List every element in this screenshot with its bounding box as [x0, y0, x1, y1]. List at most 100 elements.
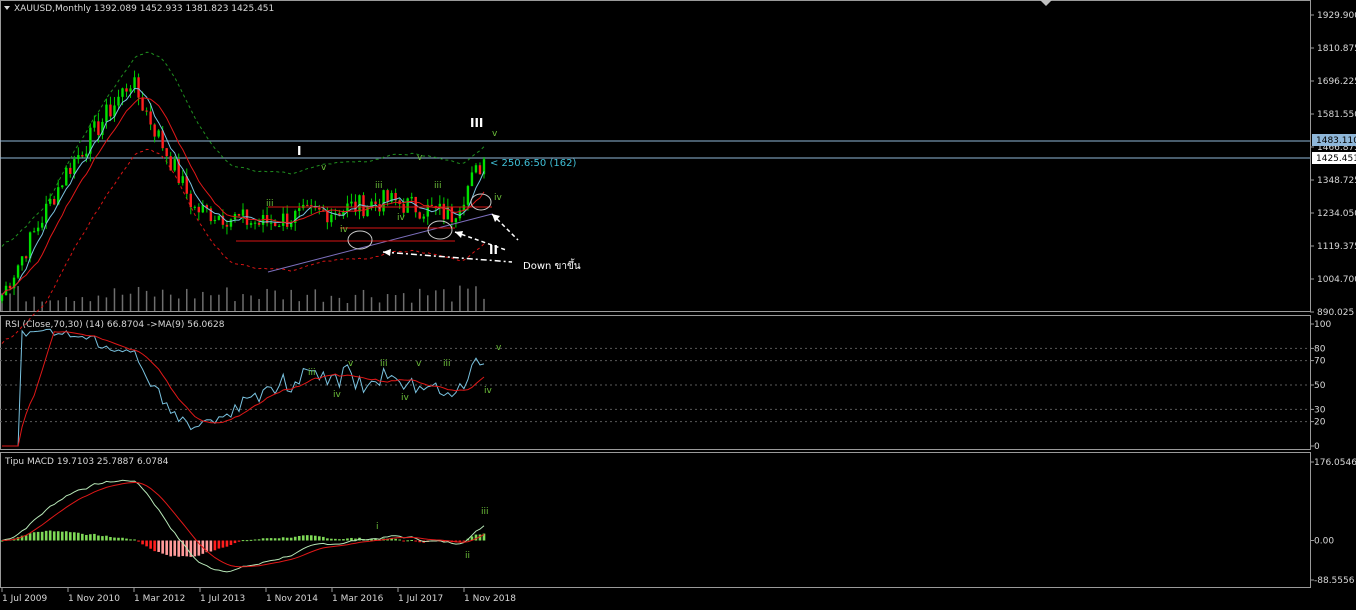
wave-label-v-2: v [417, 153, 423, 163]
macd-histogram-bar [44, 530, 48, 541]
price-tick-label: 1004.700 [1317, 275, 1356, 285]
macd-histogram-bar [28, 533, 32, 541]
macd-histogram-bar [40, 531, 44, 541]
chart-window: I III II v v v iii iii iii iv iv iv Down… [0, 0, 1356, 606]
macd-histogram-bar [277, 538, 281, 541]
macd-histogram-bar [113, 537, 116, 541]
price-tick-label: 1348.725 [1317, 176, 1356, 186]
candle-body [93, 121, 96, 128]
rsi-lines [2, 328, 485, 447]
macd-histogram-bar [60, 531, 64, 541]
main-panel-frame [0, 0, 1311, 312]
rsi-line [2, 328, 485, 447]
candle-body [418, 212, 421, 219]
macd-histogram-bar [269, 538, 273, 541]
candle-body [105, 104, 108, 122]
macd-histogram-bar [153, 540, 156, 552]
macd-histogram-bar [249, 539, 253, 541]
macd-histogram-bar [217, 540, 221, 549]
macd-histogram-bar [474, 534, 478, 541]
rsi-ma-line [2, 331, 485, 447]
macd-histogram-bar [458, 540, 462, 542]
candle-body [121, 88, 124, 97]
candle-body [241, 209, 245, 216]
rsi-label-v-3: v [496, 343, 502, 353]
rsi-tick-label: 80 [1314, 344, 1326, 354]
macd-label-iii: iii [481, 507, 489, 517]
macd-indicator [0, 479, 486, 573]
macd-histogram-bar [68, 532, 72, 541]
time-tick-label: 1 Jul 2009 [2, 594, 47, 604]
macd-histogram-bar [346, 538, 349, 541]
macd-histogram-bar [406, 540, 409, 542]
candle-body [225, 224, 229, 227]
macd-panel-frame [0, 452, 1311, 588]
wave-label-iv-2: iv [397, 213, 406, 223]
price-tick-label: 1581.550 [1317, 110, 1356, 120]
candle-body [410, 196, 413, 199]
candle-body [322, 209, 325, 211]
candle-body [169, 156, 172, 171]
trendline-support[interactable] [267, 213, 493, 273]
candle-body [358, 195, 361, 212]
candle-body [16, 265, 20, 278]
candle-body [85, 153, 88, 157]
candle-body [49, 198, 52, 204]
triangle-down-icon[interactable] [4, 6, 10, 10]
macd-histogram-bar [265, 538, 269, 541]
candle-body [277, 225, 281, 227]
rsi-label-v-2: v [416, 359, 422, 369]
candle-body [109, 104, 112, 117]
candle-body [141, 97, 144, 111]
macd-histogram-bar [121, 537, 124, 541]
wave-label-iv-1: iv [340, 225, 349, 235]
circle-marker-1[interactable] [347, 230, 373, 250]
candle-body [69, 167, 72, 174]
arrow-dash-2[interactable] [454, 231, 507, 251]
time-tick-label: 1 Nov 2014 [266, 594, 318, 604]
candle-body [53, 198, 56, 205]
candle-body [137, 77, 140, 98]
macd-histogram-bar [73, 532, 76, 541]
candle-body [145, 110, 148, 112]
candle-body [430, 204, 433, 206]
macd-histogram-bar [338, 539, 341, 541]
volume-bars [1, 285, 485, 311]
candle-body [306, 204, 309, 206]
macd-histogram-bar [109, 537, 112, 541]
candle-body [125, 88, 128, 92]
macd-label-ii: ii [465, 551, 470, 561]
rsi-levels [0, 347, 1310, 423]
macd-tick-label: 176.0546 [1314, 458, 1356, 468]
macd-histogram-bar [177, 540, 181, 557]
price-tick-label: 1234.050 [1317, 209, 1356, 219]
macd-label-i: i [376, 522, 379, 532]
scroll-marker-icon[interactable] [1040, 0, 1052, 6]
candle-body [350, 201, 353, 204]
candle-body [213, 219, 217, 222]
candle-body [318, 207, 321, 210]
time-tick-label: 1 Jul 2017 [398, 594, 443, 604]
candle-body [77, 155, 80, 160]
macd-histogram-bar [293, 536, 297, 541]
candle-body [97, 121, 100, 136]
candle-body [273, 222, 277, 226]
macd-histogram-bar [309, 535, 313, 541]
macd-histogram-bar [141, 540, 144, 545]
macd-histogram-bar [342, 539, 345, 541]
candle-body [422, 216, 425, 219]
arrowhead-2 [455, 231, 463, 238]
rsi-label-iii-3: iii [443, 359, 451, 369]
wave-labels-macd: i iii ii [376, 507, 489, 561]
candle-body [129, 88, 132, 92]
macd-axis: 176.0546 0.00 -88.5556 [1310, 458, 1356, 586]
macd-histogram-bar [145, 540, 148, 547]
candle-body [386, 190, 389, 202]
candle-body [81, 155, 84, 157]
candle-body [65, 167, 68, 186]
macd-histogram-bar [245, 540, 249, 542]
macd-histogram-bar [169, 540, 172, 557]
candle-body [466, 186, 470, 205]
macd-histogram-bar [32, 532, 36, 541]
wave-label-iii-1: iii [266, 199, 274, 209]
